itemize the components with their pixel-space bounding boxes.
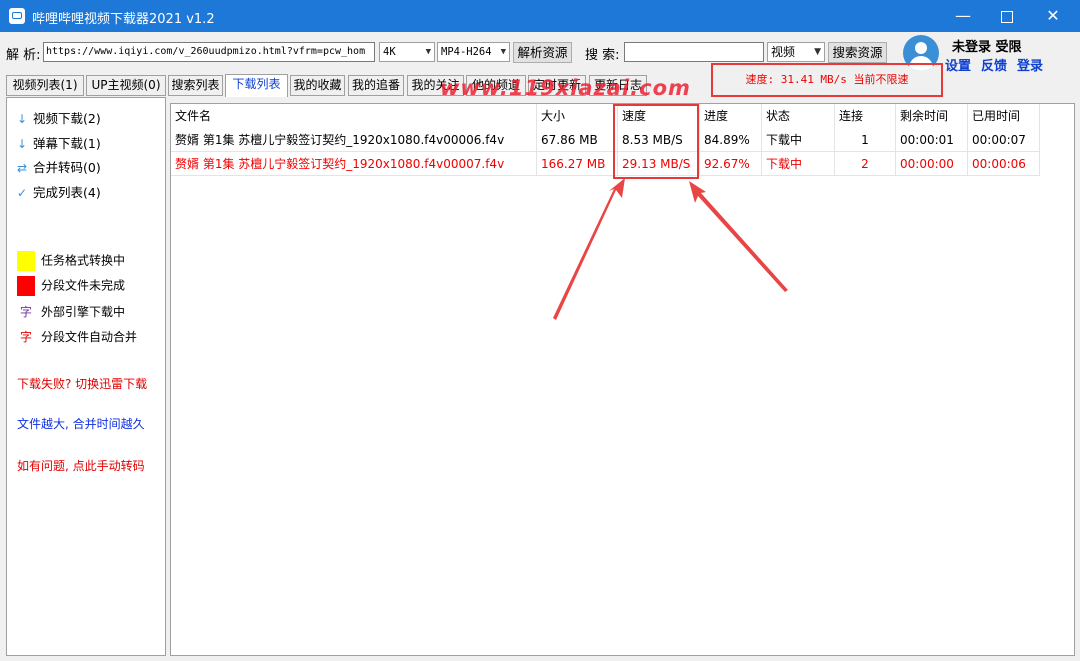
annotation-arrows xyxy=(553,178,788,320)
arrow-right-icon xyxy=(689,181,788,292)
arrow-left-icon xyxy=(553,178,625,320)
